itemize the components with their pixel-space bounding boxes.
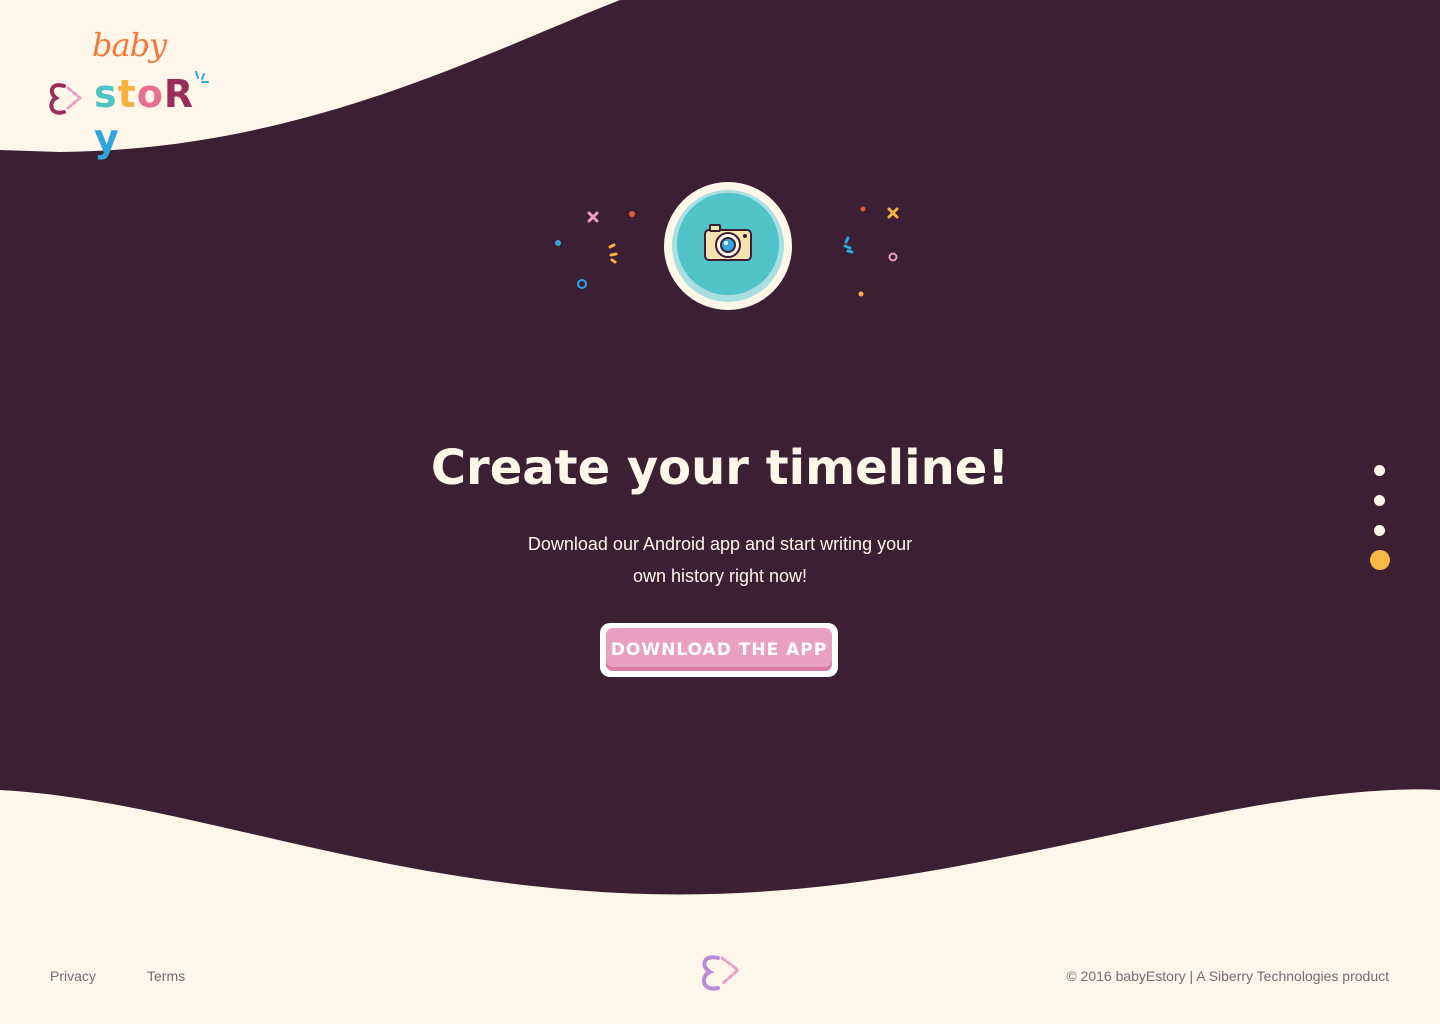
hero-subtitle-line1: Download our Android app and start writi… bbox=[527, 534, 913, 554]
download-app-button-label: DOWNLOAD THE APP bbox=[606, 628, 832, 671]
footer-logo-icon[interactable] bbox=[698, 952, 744, 996]
terms-link[interactable]: Terms bbox=[147, 968, 185, 984]
pagination-dot-2[interactable] bbox=[1374, 495, 1385, 506]
pagination-dot-1[interactable] bbox=[1374, 465, 1385, 476]
camera-icon bbox=[664, 182, 792, 310]
download-app-button[interactable]: DOWNLOAD THE APP bbox=[600, 623, 838, 677]
confetti-decoration bbox=[555, 206, 899, 297]
pagination-dot-3[interactable] bbox=[1374, 525, 1385, 536]
section-pagination bbox=[1368, 462, 1392, 572]
copyright-text: © 2016 babyEstory | A Siberry Technologi… bbox=[1066, 968, 1389, 984]
pagination-dot-4-active[interactable] bbox=[1370, 550, 1390, 570]
hero-subtitle-line2: own history right now! bbox=[632, 566, 808, 586]
privacy-link[interactable]: Privacy bbox=[50, 968, 96, 984]
hero-subtitle: Download our Android app and start writi… bbox=[470, 528, 970, 592]
hero-title: Create your timeline! bbox=[430, 440, 1010, 496]
